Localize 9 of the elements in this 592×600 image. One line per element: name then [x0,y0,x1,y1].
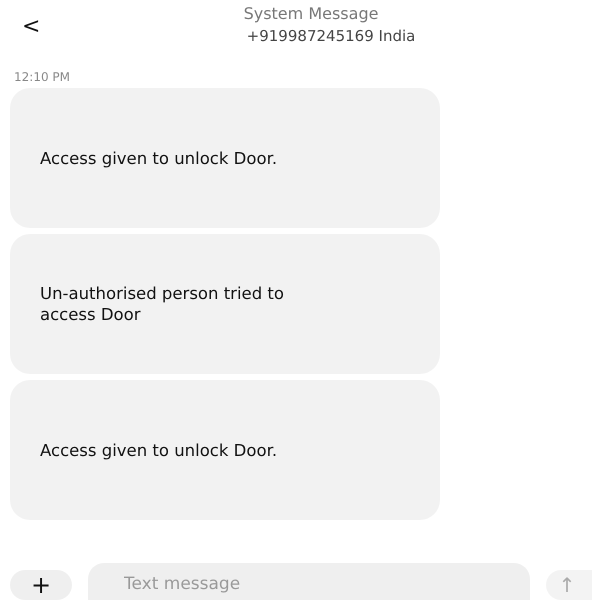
contact-name: System Message [244,4,378,23]
message-time: 12:10 PM [14,70,70,84]
message-text: Access given to unlock Door. [40,440,278,460]
attach-button[interactable]: + [10,570,72,600]
message-text: Un-authorised person tried to access Door [40,283,285,325]
message-input[interactable]: Text message [88,563,530,600]
message-text: Access given to unlock Door. [40,148,278,168]
phone-number: +919987245169 India [246,27,416,45]
back-button[interactable]: < [18,14,44,39]
